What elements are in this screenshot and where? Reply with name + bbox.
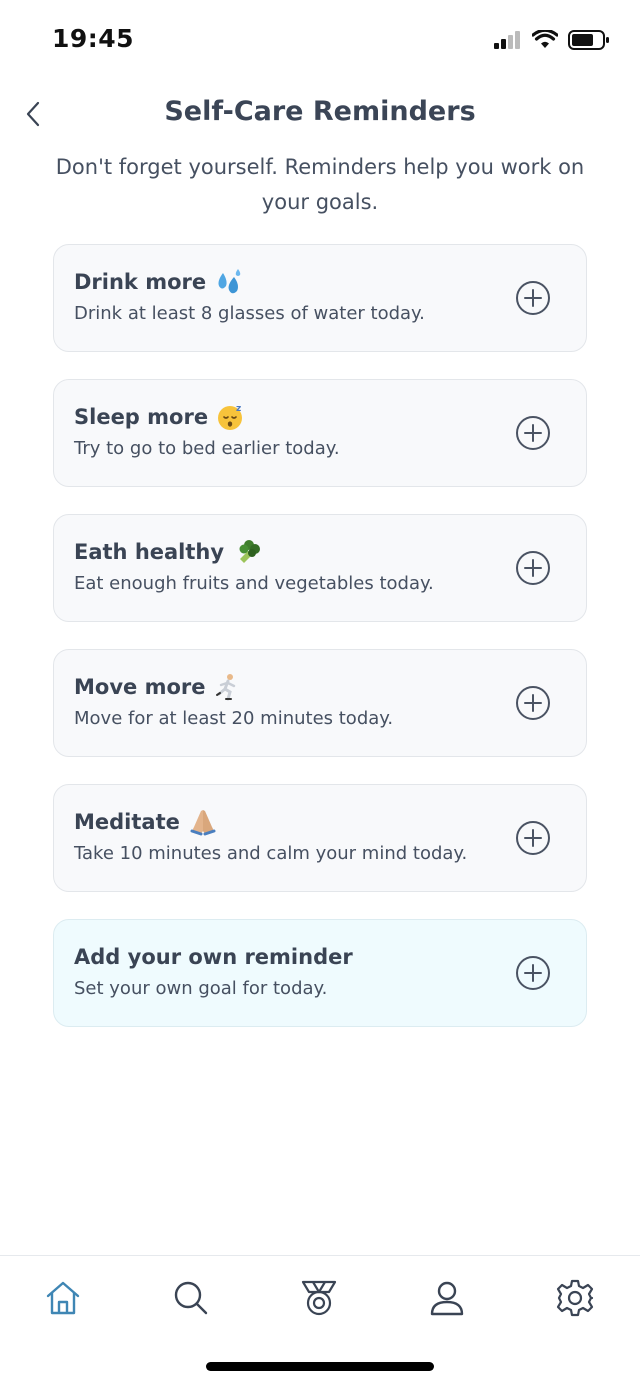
add-custom-reminder-button[interactable] [515, 955, 551, 991]
sweat-droplets-icon [214, 267, 244, 297]
add-reminder-button[interactable] [515, 820, 551, 856]
reminder-title: Sleep more [74, 405, 209, 429]
reminder-title: Add your own reminder [74, 945, 353, 969]
reminder-description: Set your own goal for today. [74, 978, 328, 999]
page-subtitle: Don't forget yourself. Reminders help yo… [55, 155, 585, 214]
medal-icon [301, 1280, 337, 1316]
tab-home[interactable] [41, 1276, 85, 1320]
profile-icon [430, 1281, 464, 1316]
reminder-description: Move for at least 20 minutes today. [74, 708, 394, 729]
reminder-card-move-more[interactable]: Move more Move for at least 20 minutes t… [53, 649, 587, 757]
home-indicator [206, 1362, 434, 1371]
status-bar: 19:45 [0, 0, 640, 80]
reminder-card-custom[interactable]: Add your own reminder Set your own goal … [53, 919, 587, 1027]
reminder-card-drink-more[interactable]: Drink more Drink at least 8 glasses of w… [53, 244, 587, 352]
page-title: Self-Care Reminders [164, 96, 476, 127]
reminder-description: Try to go to bed earlier today. [74, 438, 340, 459]
sleeping-face-icon: z [216, 402, 246, 432]
header: Self-Care Reminders [0, 88, 640, 140]
battery-icon [568, 30, 609, 50]
tab-search[interactable] [169, 1276, 213, 1320]
status-icons [494, 30, 610, 50]
wifi-icon [532, 30, 558, 48]
reminder-description: Eat enough fruits and vegetables today. [74, 573, 434, 594]
add-reminder-button[interactable] [515, 685, 551, 721]
tab-settings[interactable] [553, 1276, 597, 1320]
tab-achievements[interactable] [297, 1276, 341, 1320]
status-time: 19:45 [52, 24, 135, 53]
add-reminder-button[interactable] [515, 550, 551, 586]
cellular-signal-icon [494, 31, 520, 49]
reminder-title: Move more [74, 675, 206, 699]
reminder-list: Drink more Drink at least 8 glasses of w… [53, 244, 587, 1054]
reminder-title: Meditate [74, 810, 180, 834]
reminder-card-eat-healthy[interactable]: Eath healthy Eat enough fruits and veget… [53, 514, 587, 622]
tab-profile[interactable] [425, 1276, 469, 1320]
gear-icon [556, 1279, 594, 1317]
add-reminder-button[interactable] [515, 280, 551, 316]
reminder-description: Drink at least 8 glasses of water today. [74, 303, 425, 324]
home-icon [46, 1281, 80, 1315]
reminder-title: Eath healthy [74, 540, 225, 564]
search-icon [174, 1281, 208, 1315]
svg-text:z: z [236, 404, 241, 414]
folded-hands-icon [188, 807, 218, 837]
reminder-title: Drink more [74, 270, 207, 294]
reminder-card-meditate[interactable]: Meditate Take 10 minutes and calm your m… [53, 784, 587, 892]
add-reminder-button[interactable] [515, 415, 551, 451]
reminder-description: Take 10 minutes and calm your mind today… [74, 843, 468, 864]
reminder-card-sleep-more[interactable]: Sleep more z Try to go to bed earlier to… [53, 379, 587, 487]
broccoli-icon [232, 537, 262, 567]
running-person-icon [213, 672, 243, 702]
